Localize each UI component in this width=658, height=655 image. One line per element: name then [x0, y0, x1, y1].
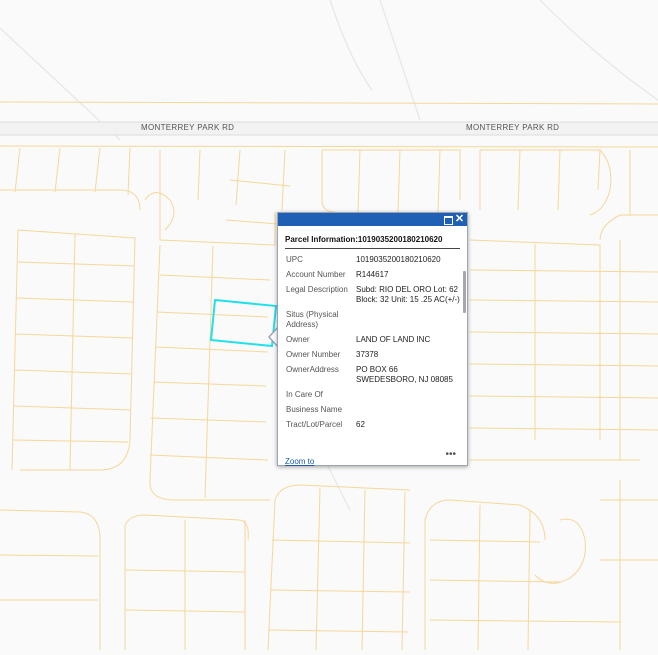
attribute-row: Owner Number 37378: [285, 348, 460, 363]
attribute-value: Subd: RIO DEL ORO Lot: 62 Block: 32 Unit…: [356, 285, 460, 304]
attribute-row: OwnerAddress PO BOX 66 SWEDESBORO, NJ 080…: [285, 363, 460, 388]
attribute-value: 37378: [356, 350, 379, 359]
attribute-row: Tract/Lot/Parcel 62: [285, 418, 460, 433]
popup-title: Parcel Information:1019035200180210620: [285, 226, 460, 249]
more-options-icon[interactable]: •••: [445, 449, 456, 460]
monterrey-park-road: [0, 101, 658, 148]
popup-header: ✕: [278, 213, 467, 226]
attribute-value: PO BOX 66 SWEDESBORO, NJ 08085: [356, 365, 453, 384]
maximize-icon[interactable]: [443, 214, 454, 225]
popup-body[interactable]: Parcel Information:1019035200180210620 U…: [278, 226, 467, 451]
attribute-value: [356, 403, 460, 418]
attribute-row: In Care Of: [285, 388, 460, 403]
attribute-table: UPC 1019035200180210620 Account Number R14…: [285, 253, 460, 433]
attribute-row: UPC 1019035200180210620: [285, 253, 460, 268]
attribute-value: R144617: [356, 270, 389, 279]
close-icon[interactable]: ✕: [454, 214, 465, 225]
attribute-key: In Care Of: [286, 390, 323, 399]
attribute-row: Situs (Physical Address): [285, 308, 460, 333]
popup-scrollbar[interactable]: [463, 271, 466, 313]
attribute-key: Business Name: [286, 405, 343, 414]
attribute-row: Legal Description Subd: RIO DEL ORO Lot: …: [285, 283, 460, 308]
attribute-value: 1019035200180210620: [356, 255, 441, 264]
attribute-value: [356, 388, 460, 403]
road-label-right: MONTERREY PARK RD: [466, 123, 559, 132]
popup-footer: Zoom to •••: [285, 449, 460, 466]
attribute-key: Legal Description: [286, 285, 348, 294]
attribute-key: Account Number: [286, 270, 346, 279]
attribute-key: Tract/Lot/Parcel: [286, 420, 343, 429]
selected-parcel[interactable]: [209, 298, 278, 348]
zoom-to-link[interactable]: Zoom to: [285, 457, 314, 466]
attribute-value: LAND OF LAND INC: [356, 335, 431, 344]
attribute-row: Account Number R144617: [285, 268, 460, 283]
attribute-key: Situs (Physical Address): [286, 310, 339, 329]
attribute-key: Owner Number: [286, 350, 341, 359]
attribute-row: Owner LAND OF LAND INC: [285, 333, 460, 348]
attribute-value: 62: [356, 420, 365, 429]
attribute-value: [356, 308, 460, 333]
road-label-left: MONTERREY PARK RD: [141, 123, 234, 132]
attribute-key: OwnerAddress: [286, 365, 339, 374]
attribute-row: Business Name: [285, 403, 460, 418]
parcel-popup: ✕ Parcel Information:1019035200180210620…: [277, 212, 468, 466]
attribute-key: UPC: [286, 255, 303, 264]
attribute-key: Owner: [286, 335, 310, 344]
